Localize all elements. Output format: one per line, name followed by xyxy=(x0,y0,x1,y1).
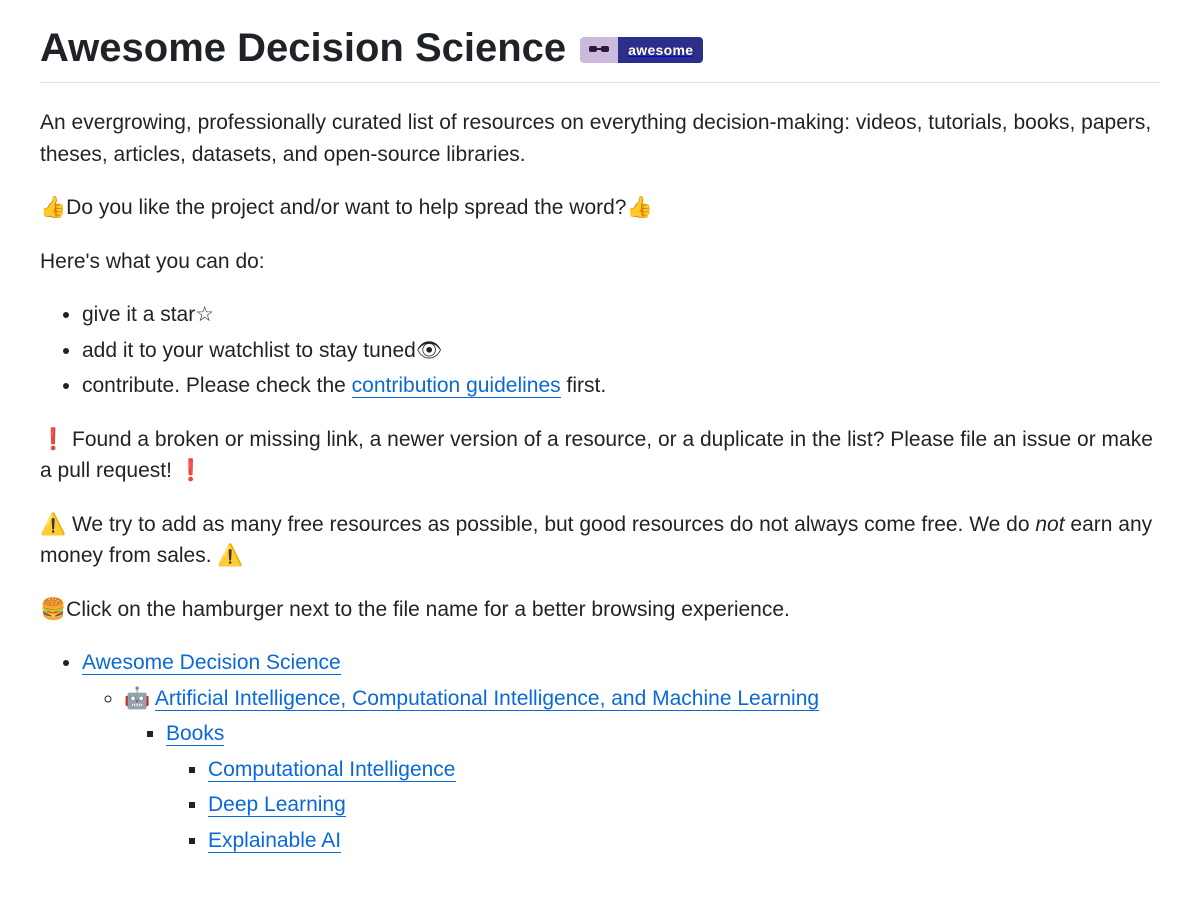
toc-item-dl: Deep Learning xyxy=(208,789,1160,821)
toc-item-ci: Computational Intelligence xyxy=(208,754,1160,786)
action-watch: add it to your watchlist to stay tuned👁 xyxy=(82,335,1160,367)
toc-root-item: Awesome Decision Science 🤖 Artificial In… xyxy=(82,647,1160,856)
hamburger-text: Click on the hamburger next to the file … xyxy=(66,598,790,621)
sunglasses-icon xyxy=(580,37,618,63)
what-you-can-do-label: Here's what you can do: xyxy=(40,246,1160,278)
contribute-suffix: first. xyxy=(561,374,607,397)
toc-root-link[interactable]: Awesome Decision Science xyxy=(82,651,341,675)
awesome-badge[interactable]: awesome xyxy=(580,37,703,63)
warning-notice: ⚠️ We try to add as many free resources … xyxy=(40,509,1160,572)
eye-icon: 👁 xyxy=(416,339,443,362)
title-row: Awesome Decision Science awesome xyxy=(40,24,1160,83)
action-star-text: give it a star xyxy=(82,303,195,326)
warning-prefix: We try to add as many free resources as … xyxy=(66,513,1035,536)
contribute-prefix: contribute. Please check the xyxy=(82,374,352,397)
robot-icon: 🤖 xyxy=(124,687,150,710)
actions-list: give it a star☆ add it to your watchlist… xyxy=(40,299,1160,402)
contribution-guidelines-link[interactable]: contribution guidelines xyxy=(352,374,561,398)
broken-link-notice: ❗ Found a broken or missing link, a newe… xyxy=(40,424,1160,487)
toc-link-xai[interactable]: Explainable AI xyxy=(208,829,341,853)
toc-books-item: Books Computational Intelligence Deep Le… xyxy=(166,718,1160,856)
hamburger-tip: 🍔Click on the hamburger next to the file… xyxy=(40,594,1160,626)
warning-icon: ⚠️ xyxy=(40,513,66,536)
exclamation-icon: ❗ xyxy=(40,428,66,451)
awesome-badge-label: awesome xyxy=(618,37,703,63)
thumbs-up-icon: 👍 xyxy=(40,196,66,219)
warning-icon: ⚠️ xyxy=(217,544,243,567)
toc: Awesome Decision Science 🤖 Artificial In… xyxy=(40,647,1160,856)
action-star: give it a star☆ xyxy=(82,299,1160,331)
star-icon: ☆ xyxy=(195,303,214,326)
toc-link-dl[interactable]: Deep Learning xyxy=(208,793,346,817)
like-line: 👍Do you like the project and/or want to … xyxy=(40,192,1160,224)
exclamation-icon: ❗ xyxy=(178,459,204,482)
intro-text: An evergrowing, professionally curated l… xyxy=(40,107,1160,170)
toc-section-link[interactable]: Artificial Intelligence, Computational I… xyxy=(155,687,819,711)
toc-section-item: 🤖 Artificial Intelligence, Computational… xyxy=(124,683,1160,857)
thumbs-up-icon: 👍 xyxy=(627,196,653,219)
action-watch-text: add it to your watchlist to stay tuned xyxy=(82,339,416,362)
toc-books-link[interactable]: Books xyxy=(166,722,224,746)
action-contribute: contribute. Please check the contributio… xyxy=(82,370,1160,402)
toc-item-xai: Explainable AI xyxy=(208,825,1160,857)
page-title: Awesome Decision Science xyxy=(40,24,566,72)
toc-link-ci[interactable]: Computational Intelligence xyxy=(208,758,456,782)
warning-em: not xyxy=(1035,513,1064,536)
broken-link-text: Found a broken or missing link, a newer … xyxy=(40,428,1153,483)
hamburger-icon: 🍔 xyxy=(40,598,66,621)
like-text: Do you like the project and/or want to h… xyxy=(66,196,626,219)
